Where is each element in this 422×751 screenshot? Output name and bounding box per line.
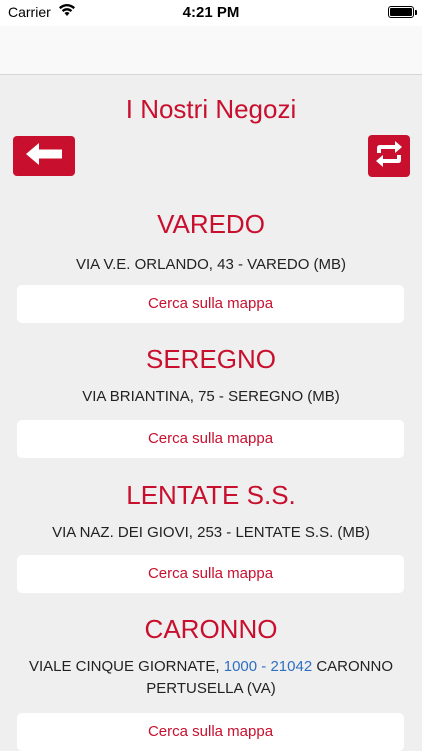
battery-icon xyxy=(388,6,417,18)
store-name: LENTATE S.S. xyxy=(126,480,296,510)
store-address: VIA V.E. ORLANDO, 43 - VAREDO (MB) xyxy=(75,256,347,273)
arrow-left-icon xyxy=(24,141,64,172)
store-name: SEREGNO xyxy=(145,344,277,374)
clock: 4:21 PM xyxy=(182,4,240,21)
map-button[interactable]: Cerca sulla mappa xyxy=(17,713,404,751)
store-address: VIALE CINQUE GIORNATE, 1000 - 21042 CARO… xyxy=(10,656,412,700)
map-button[interactable]: Cerca sulla mappa xyxy=(17,555,404,593)
store-address: VIA BRIANTINA, 75 - SEREGNO (MB) xyxy=(82,388,340,405)
address-text: VIALE CINQUE GIORNATE, xyxy=(28,658,224,675)
back-button[interactable] xyxy=(13,136,75,176)
store-name: CARONNO xyxy=(144,614,278,644)
refresh-arrows-icon xyxy=(373,139,405,174)
page-title: I Nostri Negozi xyxy=(125,94,297,124)
refresh-button[interactable] xyxy=(368,135,410,177)
store-address: VIA NAZ. DEI GIOVI, 253 - LENTATE S.S. (… xyxy=(52,524,370,541)
store-name: VAREDO xyxy=(157,209,265,239)
map-button[interactable]: Cerca sulla mappa xyxy=(17,420,404,458)
status-bar: Carrier 4:21 PM xyxy=(0,0,422,26)
address-phone-link[interactable]: 1000 - 21042 xyxy=(224,658,312,675)
navigation-bar xyxy=(0,26,422,75)
map-button[interactable]: Cerca sulla mappa xyxy=(17,285,404,323)
